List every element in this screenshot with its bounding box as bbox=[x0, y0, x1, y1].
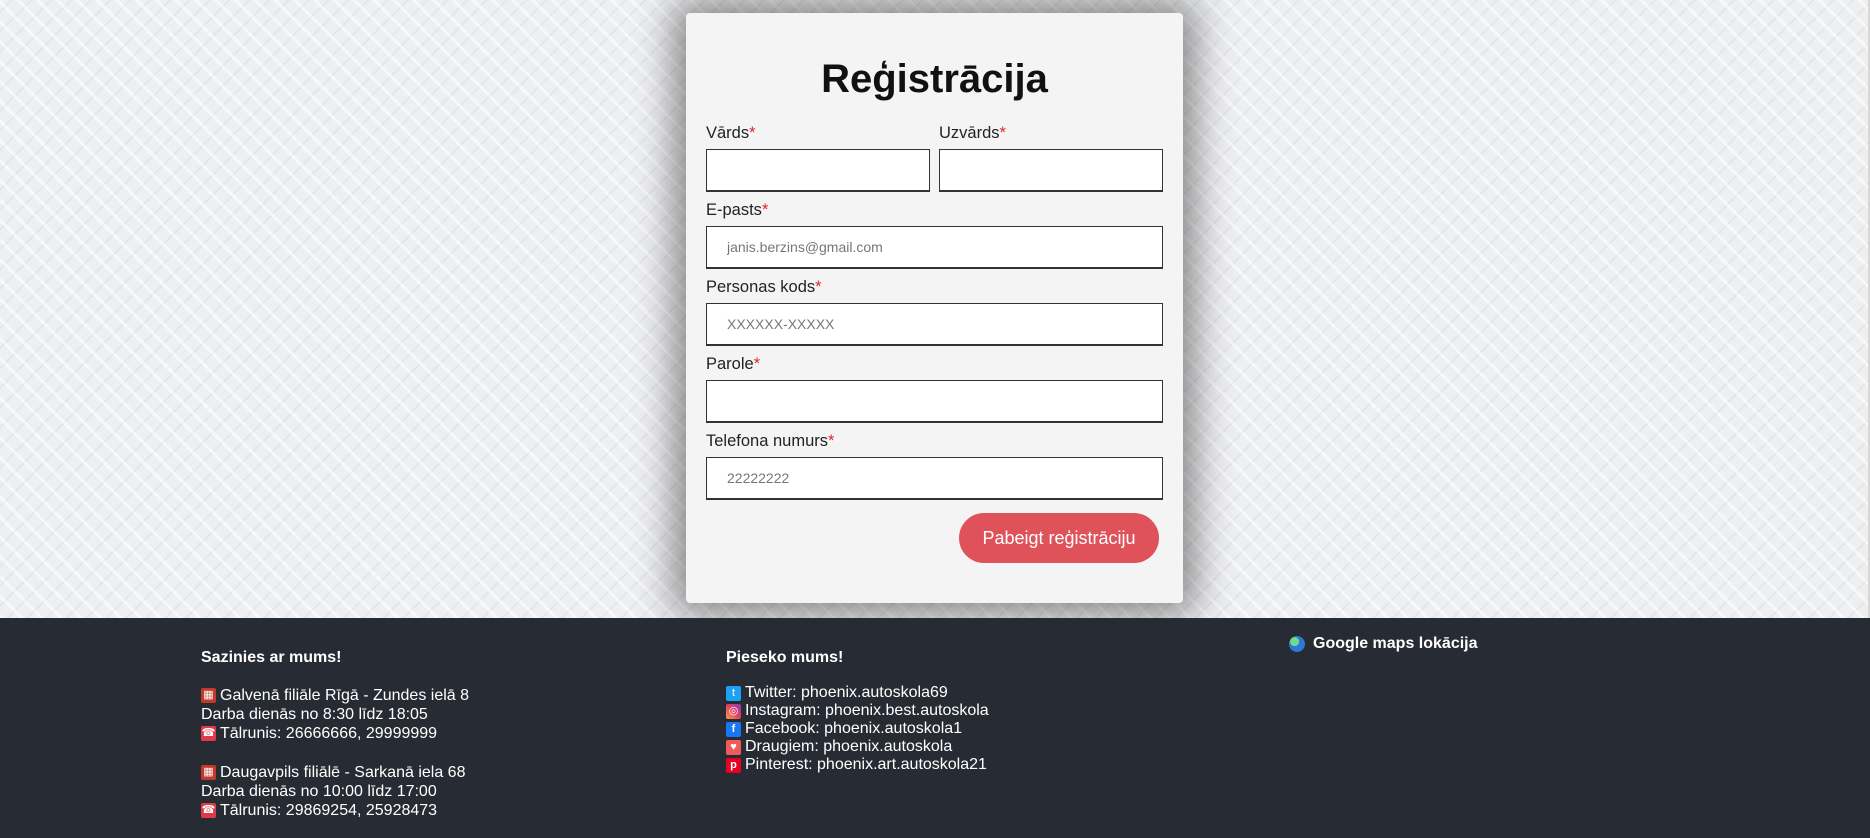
draugiem-icon: ♥ bbox=[726, 739, 741, 755]
footer: Sazinies ar mums! ▦ Galvenā filiāle Rīgā … bbox=[0, 618, 1870, 838]
first-name-group: Vārds* bbox=[706, 123, 930, 192]
phone-input[interactable] bbox=[706, 457, 1163, 500]
phone-label: Telefona numurs* bbox=[706, 432, 835, 450]
page-title: Reģistrācija bbox=[821, 57, 1048, 101]
required-marker: * bbox=[828, 432, 835, 450]
registration-card: Reģistrācija Vārds* Uzvārds* E-pasts* Pe… bbox=[686, 13, 1183, 603]
google-maps-link[interactable]: Google maps lokācija bbox=[1313, 635, 1478, 653]
social-label: Pinterest: phoenix.art.autoskola21 bbox=[745, 756, 987, 773]
submit-registration-button[interactable]: Pabeigt reģistrāciju bbox=[959, 513, 1159, 563]
maps-column: Google maps lokācija bbox=[1289, 635, 1478, 653]
password-group: Parole* bbox=[706, 354, 1163, 423]
email-label: E-pasts* bbox=[706, 201, 769, 219]
social-label: Twitter: phoenix.autoskola69 bbox=[745, 684, 948, 701]
email-group: E-pasts* bbox=[706, 200, 1163, 269]
social-column: Pieseko mums! t Twitter: phoenix.autoskol… bbox=[726, 649, 989, 774]
instagram-icon: ◎ bbox=[726, 703, 741, 719]
personal-code-input[interactable] bbox=[706, 303, 1163, 346]
required-marker: * bbox=[749, 124, 756, 142]
name-row: Vārds* Uzvārds* bbox=[706, 123, 1163, 192]
last-name-label: Uzvārds* bbox=[939, 124, 1006, 142]
submit-wrap: Pabeigt reģistrāciju bbox=[706, 513, 1163, 563]
branch-phone-line: ☎ Tālrunis: 26666666, 29999999 bbox=[201, 724, 469, 743]
building-icon: ▦ bbox=[201, 765, 216, 780]
required-marker: * bbox=[761, 201, 769, 219]
telephone-icon: ☎ bbox=[201, 803, 216, 818]
required-marker: * bbox=[753, 355, 761, 373]
social-label: Facebook: phoenix.autoskola1 bbox=[745, 720, 963, 737]
contact-column: Sazinies ar mums! ▦ Galvenā filiāle Rīgā … bbox=[201, 649, 469, 820]
social-title: Pieseko mums! bbox=[726, 649, 844, 666]
building-icon: ▦ bbox=[201, 688, 216, 703]
branch-phone: Tālrunis: 29869254, 25928473 bbox=[220, 802, 438, 819]
branch-address: Daugavpils filiālē - Sarkanā iela 68 bbox=[220, 764, 466, 781]
email-input[interactable] bbox=[706, 226, 1163, 269]
password-label: Parole* bbox=[706, 355, 761, 373]
social-link-pinterest[interactable]: p Pinterest: phoenix.art.autoskola21 bbox=[726, 756, 989, 774]
required-marker: * bbox=[815, 278, 822, 296]
branch-hours: Darba dienās no 8:30 līdz 18:05 bbox=[201, 706, 428, 723]
facebook-icon: f bbox=[726, 721, 741, 737]
last-name-group: Uzvārds* bbox=[939, 123, 1163, 192]
branch-phone: Tālrunis: 26666666, 29999999 bbox=[220, 725, 438, 742]
branch-address-line: ▦ Galvenā filiāle Rīgā - Zundes ielā 8 bbox=[201, 686, 469, 705]
branch-address-line: ▦ Daugavpils filiālē - Sarkanā iela 68 bbox=[201, 763, 469, 782]
personal-code-label: Personas kods* bbox=[706, 278, 822, 296]
first-name-label: Vārds* bbox=[706, 124, 756, 142]
branch-hours: Darba dienās no 10:00 līdz 17:00 bbox=[201, 783, 437, 800]
last-name-input[interactable] bbox=[939, 149, 1163, 192]
social-link-twitter[interactable]: t Twitter: phoenix.autoskola69 bbox=[726, 684, 989, 702]
required-marker: * bbox=[999, 124, 1006, 142]
personal-code-group: Personas kods* bbox=[706, 277, 1163, 346]
social-label: Draugiem: phoenix.autoskola bbox=[745, 738, 953, 755]
telephone-icon: ☎ bbox=[201, 726, 216, 741]
twitter-icon: t bbox=[726, 685, 741, 701]
first-name-input[interactable] bbox=[706, 149, 930, 192]
phone-group: Telefona numurs* bbox=[706, 431, 1163, 500]
pinterest-icon: p bbox=[726, 757, 741, 773]
globe-icon bbox=[1289, 636, 1305, 652]
social-link-facebook[interactable]: f Facebook: phoenix.autoskola1 bbox=[726, 720, 989, 738]
social-link-draugiem[interactable]: ♥ Draugiem: phoenix.autoskola bbox=[726, 738, 989, 756]
branch-daugavpils: ▦ Daugavpils filiālē - Sarkanā iela 68 Da… bbox=[201, 763, 469, 820]
social-label: Instagram: phoenix.best.autoskola bbox=[745, 702, 989, 719]
password-input[interactable] bbox=[706, 380, 1163, 423]
social-link-instagram[interactable]: ◎ Instagram: phoenix.best.autoskola bbox=[726, 702, 989, 720]
branch-address: Galvenā filiāle Rīgā - Zundes ielā 8 bbox=[220, 687, 470, 704]
branch-phone-line: ☎ Tālrunis: 29869254, 25928473 bbox=[201, 801, 469, 820]
contact-title: Sazinies ar mums! bbox=[201, 649, 342, 666]
branch-riga: ▦ Galvenā filiāle Rīgā - Zundes ielā 8 Da… bbox=[201, 686, 469, 743]
